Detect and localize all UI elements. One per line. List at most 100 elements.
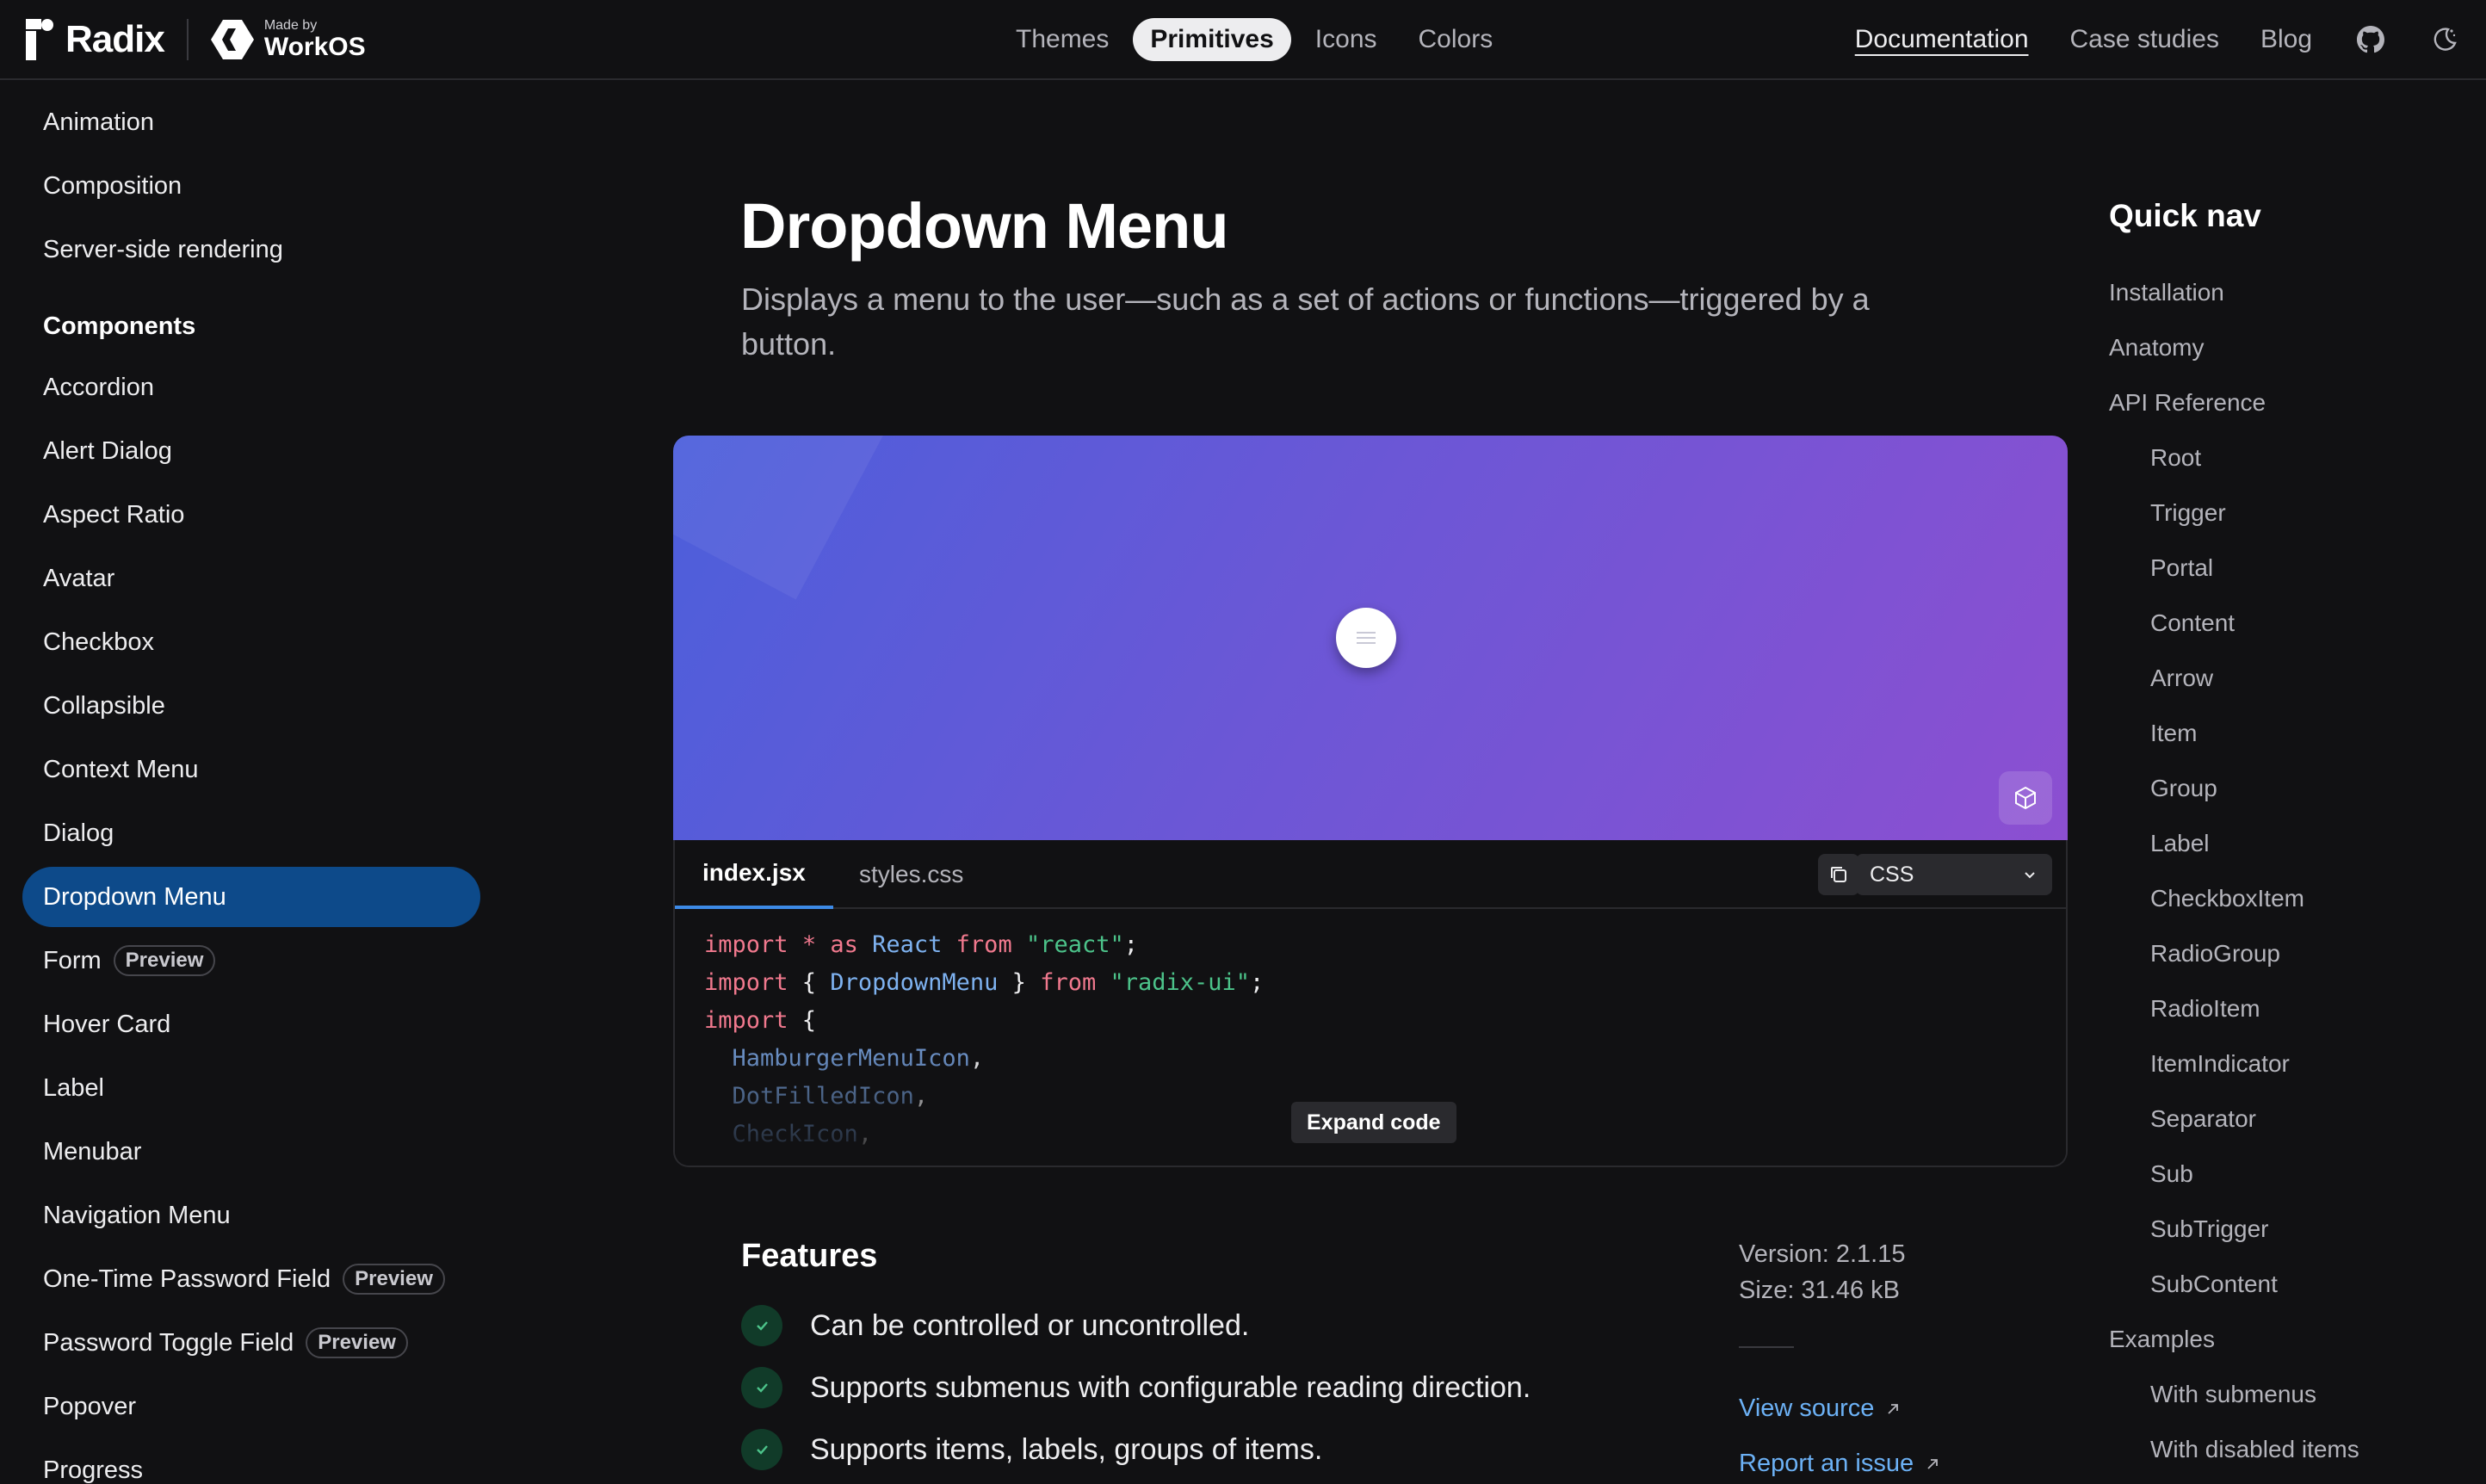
quicknav-checkboxitem[interactable]: CheckboxItem: [2150, 885, 2304, 912]
nav-blog[interactable]: Blog: [2260, 25, 2312, 54]
quicknav-item[interactable]: Item: [2150, 720, 2197, 747]
product-nav: Themes Primitives Icons Colors: [999, 15, 1510, 64]
quicknav-subtrigger[interactable]: SubTrigger: [2150, 1215, 2268, 1243]
sidebar-item-form[interactable]: Form Preview: [22, 931, 480, 991]
sidebar-item-accordion[interactable]: Accordion: [22, 357, 480, 417]
quicknav-itemindicator[interactable]: ItemIndicator: [2150, 1050, 2290, 1078]
quicknav-subcontent[interactable]: SubContent: [2150, 1271, 2278, 1298]
meta-divider: [1739, 1346, 1794, 1348]
quicknav-radioitem[interactable]: RadioItem: [2150, 995, 2260, 1023]
quicknav-installation[interactable]: Installation: [2109, 279, 2224, 306]
quicknav-radiogroup[interactable]: RadioGroup: [2150, 940, 2280, 968]
external-link-icon: [1927, 1458, 1939, 1469]
language-select[interactable]: CSS: [1856, 854, 2052, 895]
brand[interactable]: Radix Made by WorkOS: [26, 14, 366, 65]
nav-case-studies[interactable]: Case studies: [2070, 25, 2219, 54]
package-version: Version: 2.1.15: [1739, 1240, 1906, 1268]
sidebar-item-otp-field[interactable]: One-Time Password Field Preview: [22, 1249, 480, 1309]
sidebar-item-label[interactable]: Label: [22, 1058, 480, 1118]
sidebar-item-dropdown-menu[interactable]: Dropdown Menu: [22, 867, 480, 927]
page-title: Dropdown Menu: [740, 190, 1229, 262]
quicknav-separator[interactable]: Separator: [2150, 1105, 2256, 1133]
expand-code-button[interactable]: Expand code: [1291, 1102, 1456, 1143]
report-issue-label: Report an issue: [1739, 1450, 1914, 1477]
radix-logo-icon: [26, 19, 55, 60]
check-icon: [741, 1429, 782, 1470]
made-by-company: WorkOS: [263, 33, 366, 61]
chevron-down-icon: [2025, 872, 2035, 879]
workos-logo-icon: [210, 20, 254, 59]
sidebar-item-label: Password Toggle Field: [43, 1328, 294, 1357]
package-size: Size: 31.46 kB: [1739, 1277, 1900, 1304]
sidebar-item-composition[interactable]: Composition: [22, 156, 480, 216]
quicknav-trigger[interactable]: Trigger: [2150, 499, 2226, 527]
package-meta: Version: 2.1.15 Size: 31.46 kB: [1739, 1236, 1905, 1308]
brand-divider: [186, 19, 189, 60]
open-sandbox-button[interactable]: [1999, 771, 2052, 825]
quicknav-anatomy[interactable]: Anatomy: [2109, 334, 2205, 362]
quicknav-sub[interactable]: Sub: [2150, 1160, 2193, 1188]
feature-text: Can be controlled or uncontrolled.: [810, 1308, 1250, 1342]
report-issue-link[interactable]: Report an issue: [1739, 1450, 1941, 1478]
sidebar-item-ssr[interactable]: Server-side rendering: [22, 220, 480, 280]
nav-primitives[interactable]: Primitives: [1133, 18, 1291, 61]
view-source-link[interactable]: View source: [1739, 1394, 1902, 1423]
tab-index-jsx[interactable]: index.jsx: [675, 840, 833, 909]
preview-badge: Preview: [306, 1327, 408, 1358]
code-panel: index.jsx styles.css CSS import * as Rea…: [673, 840, 2068, 1167]
copy-icon: [1831, 867, 1846, 882]
sidebar-item-context-menu[interactable]: Context Menu: [22, 739, 480, 800]
sidebar-item-menubar[interactable]: Menubar: [22, 1122, 480, 1182]
made-by-label: Made by: [263, 18, 318, 33]
check-icon: [741, 1367, 782, 1408]
sidebar-item-animation[interactable]: Animation: [22, 92, 480, 152]
quicknav-root[interactable]: Root: [2150, 444, 2201, 472]
sidebar-item-alert-dialog[interactable]: Alert Dialog: [22, 421, 480, 481]
sidebar-item-checkbox[interactable]: Checkbox: [22, 612, 480, 672]
sidebar-section-heading: Components: [43, 312, 196, 340]
sidebar-item-collapsible[interactable]: Collapsible: [22, 676, 480, 736]
sidebar-item-navigation-menu[interactable]: Navigation Menu: [22, 1185, 480, 1246]
check-icon: [741, 1305, 782, 1346]
cube-icon: [2015, 786, 2036, 810]
feature-text: Supports submenus with configurable read…: [810, 1370, 1531, 1404]
sidebar-item-hover-card[interactable]: Hover Card: [22, 994, 480, 1054]
quicknav-with-submenus[interactable]: With submenus: [2150, 1381, 2316, 1408]
decorative-shape: [673, 436, 901, 600]
quicknav-examples[interactable]: Examples: [2109, 1326, 2215, 1353]
quicknav-label[interactable]: Label: [2150, 830, 2210, 857]
theme-toggle-icon[interactable]: [2429, 24, 2460, 55]
quicknav-arrow[interactable]: Arrow: [2150, 665, 2213, 692]
nav-icons[interactable]: Icons: [1298, 18, 1395, 61]
page-description: Displays a menu to the user—such as a se…: [741, 281, 1870, 362]
brand-name: Radix: [65, 18, 165, 60]
sidebar-item-dialog[interactable]: Dialog: [22, 803, 480, 863]
sidebar-item-label: Form: [43, 946, 102, 974]
sidebar-item-progress[interactable]: Progress: [22, 1440, 480, 1484]
sidebar-item-label: One-Time Password Field: [43, 1264, 331, 1293]
top-header: Radix Made by WorkOS Themes Primitives I…: [0, 0, 2486, 80]
demo-preview: [673, 436, 2068, 840]
quick-nav-title: Quick nav: [2109, 198, 2261, 233]
features-heading: Features: [741, 1238, 878, 1274]
sidebar-item-avatar[interactable]: Avatar: [22, 548, 480, 609]
sidebar-item-aspect-ratio[interactable]: Aspect Ratio: [22, 485, 480, 545]
quicknav-api-reference[interactable]: API Reference: [2109, 389, 2266, 417]
nav-themes[interactable]: Themes: [999, 18, 1126, 61]
tab-styles-css[interactable]: styles.css: [832, 840, 991, 909]
github-icon[interactable]: [2355, 24, 2386, 55]
quicknav-group[interactable]: Group: [2150, 775, 2217, 802]
quicknav-portal[interactable]: Portal: [2150, 554, 2213, 582]
secondary-nav: Documentation Case studies Blog: [1814, 15, 2460, 64]
sidebar-item-popover[interactable]: Popover: [22, 1376, 480, 1437]
sidebar-item-password-toggle-field[interactable]: Password Toggle Field Preview: [22, 1313, 480, 1373]
quicknav-content[interactable]: Content: [2150, 609, 2235, 637]
quicknav-with-disabled-items[interactable]: With disabled items: [2150, 1436, 2359, 1463]
nav-documentation[interactable]: Documentation: [1855, 25, 2029, 54]
feature-item: Supports submenus with configurable read…: [741, 1367, 1531, 1408]
feature-item: Can be controlled or uncontrolled.: [741, 1305, 1249, 1346]
copy-code-button[interactable]: [1818, 854, 1859, 895]
dropdown-trigger-button[interactable]: [1336, 608, 1396, 668]
nav-colors[interactable]: Colors: [1401, 18, 1511, 61]
preview-badge: Preview: [343, 1264, 445, 1295]
